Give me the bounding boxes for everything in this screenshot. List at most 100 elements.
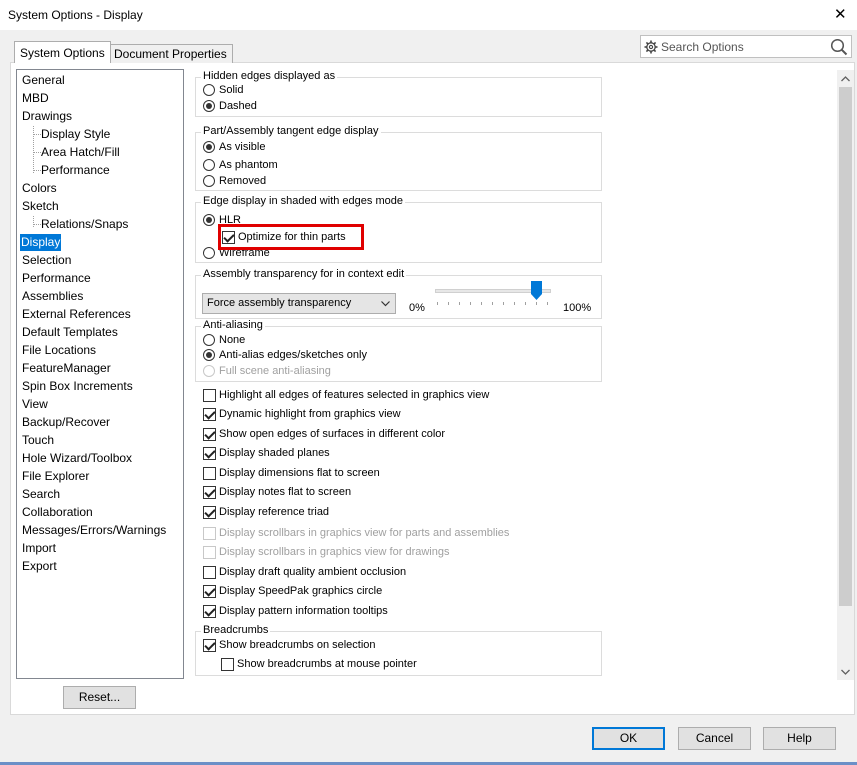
checkbox-box[interactable] xyxy=(203,605,216,618)
radio-aa-full-scene-indicator xyxy=(203,365,215,377)
tree-item-assemblies[interactable]: Assemblies xyxy=(21,288,84,305)
help-button[interactable]: Help xyxy=(763,727,836,750)
options-tree[interactable]: General MBD Drawings Display Style Area … xyxy=(16,69,184,679)
radio-as-phantom-label: As phantom xyxy=(219,159,278,171)
checkbox-box xyxy=(203,546,216,559)
checkbox-box[interactable] xyxy=(203,566,216,579)
radio-removed-label: Removed xyxy=(219,175,267,187)
radio-hlr-label: HLR xyxy=(219,214,242,226)
tree-item-messages-errors-warnings[interactable]: Messages/Errors/Warnings xyxy=(21,522,167,539)
radio-dashed-indicator[interactable] xyxy=(203,100,215,112)
radio-as-visible-label: As visible xyxy=(219,141,266,153)
checkbox-label: Display shaded planes xyxy=(219,447,330,459)
checkbox-box[interactable] xyxy=(203,486,216,499)
checkbox-box[interactable] xyxy=(221,658,234,671)
tree-item-search[interactable]: Search xyxy=(21,486,61,503)
tree-item-sketch[interactable]: Sketch xyxy=(21,198,60,215)
checkbox-label: Highlight all edges of features selected… xyxy=(219,389,490,401)
radio-aa-edges-sketches-label: Anti-alias edges/sketches only xyxy=(219,349,367,361)
scrollbar-thumb[interactable] xyxy=(839,87,852,606)
tree-item-performance[interactable]: Performance xyxy=(21,270,92,287)
radio-as-phantom-indicator[interactable] xyxy=(203,159,215,171)
checkbox-label: Display reference triad xyxy=(219,506,330,518)
checkbox-box[interactable] xyxy=(203,467,216,480)
tree-item-colors[interactable]: Colors xyxy=(21,180,58,197)
radio-solid-indicator[interactable] xyxy=(203,84,215,96)
transparency-dropdown[interactable]: Force assembly transparency xyxy=(202,293,396,314)
breadcrumbs-title: Breadcrumbs xyxy=(201,624,271,637)
anti-aliasing-title: Anti-aliasing xyxy=(201,319,265,332)
ok-button[interactable]: OK xyxy=(592,727,665,750)
tree-item-import[interactable]: Import xyxy=(21,540,57,557)
tree-item-display[interactable]: Display xyxy=(20,234,62,251)
checkbox-optimize-thin-parts-box[interactable] xyxy=(222,231,235,244)
checkbox-label: Display notes flat to screen xyxy=(219,486,352,498)
checkbox-label: Show breadcrumbs on selection xyxy=(219,639,376,651)
cancel-button[interactable]: Cancel xyxy=(678,727,751,750)
checkbox-optimize-thin-parts-label: Optimize for thin parts xyxy=(238,231,346,243)
slider-tick xyxy=(459,302,460,305)
checkbox-label: Show breadcrumbs at mouse pointer xyxy=(237,658,417,670)
close-icon[interactable]: ✕ xyxy=(834,5,847,23)
tree-item-display-style[interactable]: Display Style xyxy=(40,126,111,143)
checkbox-box[interactable] xyxy=(203,428,216,441)
tree-item-file-locations[interactable]: File Locations xyxy=(21,342,97,359)
tree-item-drawings-performance[interactable]: Performance xyxy=(40,162,111,179)
radio-as-visible-indicator[interactable] xyxy=(203,141,215,153)
radio-aa-none-label: None xyxy=(219,334,246,346)
checkbox-label: Show open edges of surfaces in different… xyxy=(219,428,446,440)
radio-removed-indicator[interactable] xyxy=(203,175,215,187)
checkbox-box[interactable] xyxy=(203,389,216,402)
checkbox-box[interactable] xyxy=(203,506,216,519)
checkbox-label: Display pattern information tooltips xyxy=(219,605,388,617)
tree-item-view[interactable]: View xyxy=(21,396,49,413)
tree-item-backup-recover[interactable]: Backup/Recover xyxy=(21,414,111,431)
tree-item-area-hatch-fill[interactable]: Area Hatch/Fill xyxy=(40,144,121,161)
tree-item-drawings[interactable]: Drawings xyxy=(21,108,73,125)
checkbox-label: Display draft quality ambient occlusion xyxy=(219,566,407,578)
tree-item-default-templates[interactable]: Default Templates xyxy=(21,324,119,341)
tree-item-featuremanager[interactable]: FeatureManager xyxy=(21,360,112,377)
transparency-slider-thumb[interactable] xyxy=(530,281,542,300)
radio-wireframe-indicator[interactable] xyxy=(203,247,215,259)
tree-item-export[interactable]: Export xyxy=(21,558,58,575)
checkbox-box[interactable] xyxy=(203,408,216,421)
search-box[interactable] xyxy=(640,35,852,58)
search-icon[interactable] xyxy=(830,38,848,56)
vertical-scrollbar[interactable] xyxy=(837,70,854,680)
tab-system-options[interactable]: System Options xyxy=(14,41,111,63)
checkbox-label: Display scrollbars in graphics view for … xyxy=(219,546,450,558)
tree-item-mbd[interactable]: MBD xyxy=(21,90,50,107)
slider-tick xyxy=(514,302,515,305)
radio-hlr-indicator[interactable] xyxy=(203,214,215,226)
radio-aa-none-indicator[interactable] xyxy=(203,334,215,346)
tree-item-selection[interactable]: Selection xyxy=(21,252,72,269)
tree-item-file-explorer[interactable]: File Explorer xyxy=(21,468,90,485)
tree-item-general[interactable]: General xyxy=(21,72,66,89)
checkbox-label: Display SpeedPak graphics circle xyxy=(219,585,383,597)
tab-document-properties[interactable]: Document Properties xyxy=(108,44,233,63)
checkbox-box[interactable] xyxy=(203,585,216,598)
reset-button[interactable]: Reset... xyxy=(63,686,136,709)
tree-item-hole-wizard-toolbox[interactable]: Hole Wizard/Toolbox xyxy=(21,450,133,467)
checkbox-box[interactable] xyxy=(203,447,216,460)
search-input[interactable] xyxy=(661,38,821,55)
slider-min-label: 0% xyxy=(409,302,425,314)
radio-dashed-label: Dashed xyxy=(219,100,257,112)
transparency-title: Assembly transparency for in context edi… xyxy=(201,268,407,281)
tree-item-relations-snaps[interactable]: Relations/Snaps xyxy=(40,216,129,233)
checkbox-label: Display scrollbars in graphics view for … xyxy=(219,527,510,539)
tree-item-touch[interactable]: Touch xyxy=(21,432,55,449)
scroll-up-icon[interactable] xyxy=(837,72,854,86)
checkbox-box[interactable] xyxy=(203,639,216,652)
radio-aa-edges-sketches-indicator[interactable] xyxy=(203,349,215,361)
radio-wireframe-label: Wireframe xyxy=(219,247,270,259)
tree-item-spin-box-increments[interactable]: Spin Box Increments xyxy=(21,378,134,395)
tree-item-collaboration[interactable]: Collaboration xyxy=(21,504,94,521)
radio-solid-label: Solid xyxy=(219,84,244,96)
scroll-down-icon[interactable] xyxy=(837,665,854,679)
radio-aa-full-scene-label: Full scene anti-aliasing xyxy=(219,365,331,377)
slider-tick xyxy=(470,302,471,305)
tree-item-external-references[interactable]: External References xyxy=(21,306,132,323)
window-title: System Options - Display xyxy=(8,8,143,22)
